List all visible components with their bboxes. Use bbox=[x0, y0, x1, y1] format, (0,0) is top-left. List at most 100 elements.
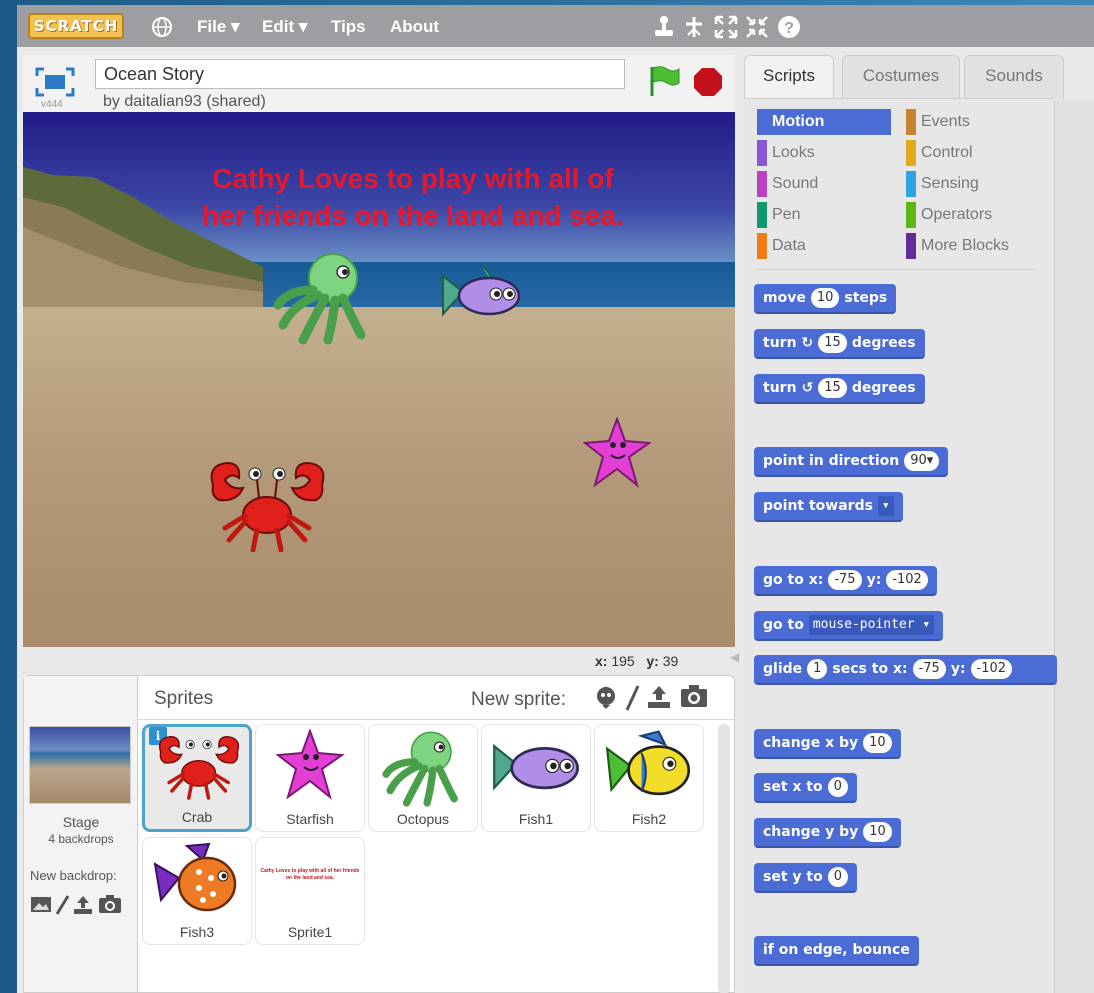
globe-icon[interactable] bbox=[151, 16, 173, 38]
block-move-steps[interactable]: move 10 steps bbox=[754, 284, 897, 314]
category-label: Control bbox=[921, 144, 973, 161]
menu-tips[interactable]: Tips bbox=[331, 17, 366, 37]
stop-sign-icon[interactable] bbox=[693, 67, 723, 97]
block-dropdown[interactable]: ▾ bbox=[877, 496, 894, 516]
scripts-area[interactable] bbox=[1054, 100, 1094, 993]
paint-backdrop-icon[interactable] bbox=[54, 894, 70, 916]
fullscreen-icon[interactable] bbox=[35, 67, 75, 97]
upload-backdrop-icon[interactable] bbox=[72, 894, 94, 916]
block-turn-left[interactable]: turn ↺ 15 degrees bbox=[754, 374, 925, 404]
block-glide[interactable]: glide 1 secs to x: -75 y: -102 bbox=[754, 655, 1057, 685]
block-change-x[interactable]: change x by 10 bbox=[754, 729, 901, 759]
block-y-input[interactable]: -102 bbox=[886, 570, 928, 590]
collapse-stage-icon[interactable]: ◀ bbox=[730, 650, 739, 664]
camera-backdrop-icon[interactable] bbox=[98, 894, 122, 914]
block-change-y[interactable]: change y by 10 bbox=[754, 818, 901, 848]
block-go-to-xy[interactable]: go to x: -75 y: -102 bbox=[754, 566, 937, 596]
category-sensing[interactable]: Sensing bbox=[906, 171, 1040, 197]
category-label: Sensing bbox=[921, 175, 979, 192]
category-more-blocks[interactable]: More Blocks bbox=[906, 233, 1040, 259]
sprites-header: Sprites New sprite: bbox=[138, 676, 734, 720]
block-number-input[interactable]: 15 bbox=[818, 378, 847, 398]
category-looks[interactable]: Looks bbox=[757, 140, 891, 166]
scratch-editor-window: SCRATCH File ▾ Edit ▾ Tips About ? v444 … bbox=[17, 5, 1094, 993]
shrink-icon[interactable] bbox=[745, 15, 769, 39]
block-y-input[interactable]: -102 bbox=[970, 659, 1013, 679]
block-text: set x to bbox=[763, 779, 823, 795]
grow-icon[interactable] bbox=[714, 15, 738, 39]
block-number-input[interactable]: 15 bbox=[818, 333, 847, 353]
crab-sprite[interactable] bbox=[205, 460, 330, 552]
block-number-input[interactable]: 10 bbox=[863, 733, 892, 753]
sprite-tile-starfish[interactable]: Starfish bbox=[255, 724, 365, 832]
category-operators[interactable]: Operators bbox=[906, 202, 1040, 228]
block-set-x[interactable]: set x to 0 bbox=[754, 773, 857, 803]
sprite-tile-sprite1[interactable]: Cathy Loves to play with all of her frie… bbox=[255, 837, 365, 945]
menu-edit[interactable]: Edit ▾ bbox=[262, 17, 307, 37]
block-text: turn bbox=[763, 380, 797, 396]
sprite-name: Fish2 bbox=[631, 811, 667, 827]
fish1-sprite[interactable] bbox=[441, 264, 523, 326]
block-x-input[interactable]: -75 bbox=[912, 659, 946, 679]
sprite-library-icon[interactable] bbox=[593, 684, 619, 710]
category-events[interactable]: Events bbox=[906, 109, 1040, 135]
scratch-logo[interactable]: SCRATCH bbox=[28, 13, 124, 39]
block-text: go to x: bbox=[763, 572, 824, 588]
block-x-input[interactable]: -75 bbox=[828, 570, 862, 590]
block-secs-input[interactable]: 1 bbox=[807, 659, 828, 679]
block-text: change y by bbox=[763, 824, 859, 840]
octopus-sprite[interactable] bbox=[273, 250, 373, 345]
cut-icon[interactable] bbox=[683, 15, 705, 39]
block-point-towards[interactable]: point towards ▾ bbox=[754, 492, 903, 522]
category-swatch bbox=[757, 171, 767, 197]
block-text: go to bbox=[763, 617, 804, 633]
block-number-input[interactable]: 0 bbox=[827, 867, 848, 887]
sprite-tile-fish1[interactable]: Fish1 bbox=[481, 724, 591, 832]
x-value: 195 bbox=[611, 653, 635, 669]
category-sound[interactable]: Sound bbox=[757, 171, 891, 197]
block-text: steps bbox=[844, 290, 888, 306]
category-pen[interactable]: Pen bbox=[757, 202, 891, 228]
block-number-input[interactable]: 10 bbox=[810, 288, 840, 308]
category-label: Events bbox=[921, 113, 970, 130]
fish3-thumbnail-icon bbox=[153, 842, 237, 912]
block-text: glide bbox=[763, 661, 803, 677]
block-point-in-direction[interactable]: point in direction 90▾ bbox=[754, 447, 949, 477]
block-set-y[interactable]: set y to 0 bbox=[754, 863, 857, 893]
sprite-tile-octopus[interactable]: Octopus bbox=[368, 724, 478, 832]
block-direction-input[interactable]: 90▾ bbox=[904, 451, 940, 471]
duplicate-stamp-icon[interactable] bbox=[653, 15, 675, 39]
block-number-input[interactable]: 10 bbox=[863, 822, 892, 842]
sprite-tile-fish3[interactable]: Fish3 bbox=[142, 837, 252, 945]
block-text: y: bbox=[866, 572, 882, 588]
menu-about[interactable]: About bbox=[390, 17, 439, 37]
backdrop-library-icon[interactable] bbox=[30, 894, 52, 914]
block-text: point towards bbox=[763, 498, 873, 514]
category-data[interactable]: Data bbox=[757, 233, 891, 259]
category-control[interactable]: Control bbox=[906, 140, 1040, 166]
tab-scripts[interactable]: Scripts bbox=[744, 55, 834, 99]
green-flag-icon[interactable] bbox=[647, 65, 681, 97]
project-title-input[interactable] bbox=[95, 59, 625, 89]
menu-file[interactable]: File ▾ bbox=[197, 17, 240, 37]
block-if-on-edge-bounce[interactable]: if on edge, bounce bbox=[754, 936, 919, 966]
sprites-title: Sprites bbox=[154, 688, 214, 709]
block-number-input[interactable]: 0 bbox=[827, 777, 848, 797]
tab-costumes[interactable]: Costumes bbox=[842, 55, 960, 99]
block-go-to[interactable]: go to mouse-pointer ▾ bbox=[754, 611, 944, 641]
starfish-sprite[interactable] bbox=[583, 417, 651, 489]
sprite-tile-crab[interactable]: i Crab bbox=[142, 724, 252, 832]
tab-sounds[interactable]: Sounds bbox=[964, 55, 1064, 99]
block-turn-right[interactable]: turn ↻ 15 degrees bbox=[754, 329, 925, 359]
block-text: point in direction bbox=[763, 453, 900, 469]
help-icon[interactable]: ? bbox=[777, 15, 801, 39]
category-motion[interactable]: Motion bbox=[757, 109, 891, 135]
block-dropdown[interactable]: mouse-pointer ▾ bbox=[808, 615, 935, 635]
stage-thumbnail[interactable] bbox=[29, 726, 131, 804]
sprite-list-scrollbar[interactable] bbox=[718, 724, 730, 993]
upload-sprite-icon[interactable] bbox=[646, 684, 672, 710]
sprite-tile-fish2[interactable]: Fish2 bbox=[594, 724, 704, 832]
camera-sprite-icon[interactable] bbox=[680, 684, 708, 708]
paint-sprite-icon[interactable] bbox=[624, 684, 640, 712]
stage-canvas[interactable]: Cathy Loves to play with all of her frie… bbox=[23, 112, 735, 647]
